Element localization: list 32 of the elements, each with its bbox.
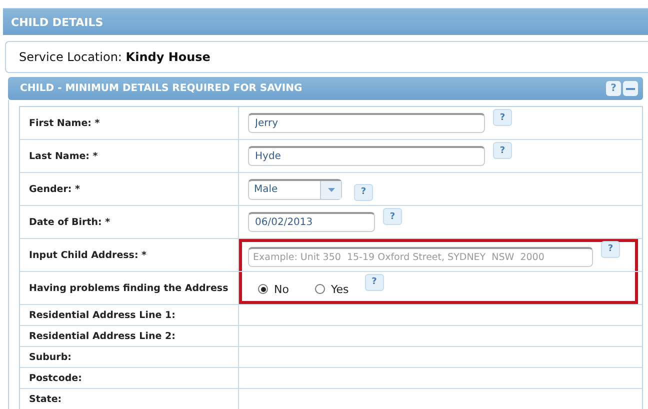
field-label: Residential Address Line 1: bbox=[20, 305, 239, 325]
field-label: First Name: * bbox=[20, 107, 239, 139]
panel-title: CHILD DETAILS bbox=[11, 16, 104, 28]
collapse-button[interactable] bbox=[623, 81, 638, 96]
field-label: Gender: * bbox=[20, 173, 239, 205]
field-label: Date of Birth: * bbox=[20, 206, 239, 238]
input-field[interactable]: Hyde bbox=[248, 146, 485, 166]
field-label: Having problems finding the Address bbox=[20, 272, 239, 304]
field-label: Last Name: * bbox=[20, 140, 239, 172]
help-button[interactable]: ? bbox=[601, 240, 620, 258]
service-location: Service Location: Kindy House bbox=[19, 50, 210, 64]
radio-button[interactable] bbox=[314, 284, 325, 294]
caret-icon bbox=[328, 188, 334, 192]
help-button[interactable]: ? bbox=[383, 208, 402, 225]
section-title: CHILD - MINIMUM DETAILS REQUIRED FOR SAVING bbox=[20, 83, 302, 94]
minus-icon bbox=[626, 88, 635, 90]
radio-option[interactable]: No bbox=[258, 282, 289, 296]
field-label: Input Child Address: * bbox=[20, 239, 239, 271]
help-button[interactable]: ? bbox=[364, 274, 384, 290]
date-field[interactable]: 06/02/2013 bbox=[248, 212, 375, 232]
field-label: Suburb: bbox=[20, 347, 239, 367]
field-label: Residential Address Line 2: bbox=[20, 326, 239, 346]
radio-option[interactable]: Yes bbox=[314, 282, 349, 296]
field-label: State: bbox=[20, 389, 239, 409]
help-button[interactable]: ? bbox=[354, 184, 373, 200]
help-button[interactable]: ? bbox=[493, 142, 512, 159]
radio-button[interactable] bbox=[258, 284, 268, 294]
help-button[interactable]: ? bbox=[606, 81, 621, 96]
address-field[interactable]: Example: Unit 350 15-19 Oxford Street, SYDNEY NSW 2000 bbox=[248, 246, 593, 266]
help-button[interactable]: ? bbox=[493, 109, 512, 126]
gender-dropdown[interactable]: Male bbox=[248, 178, 342, 200]
field-label: Postcode: bbox=[20, 368, 239, 388]
